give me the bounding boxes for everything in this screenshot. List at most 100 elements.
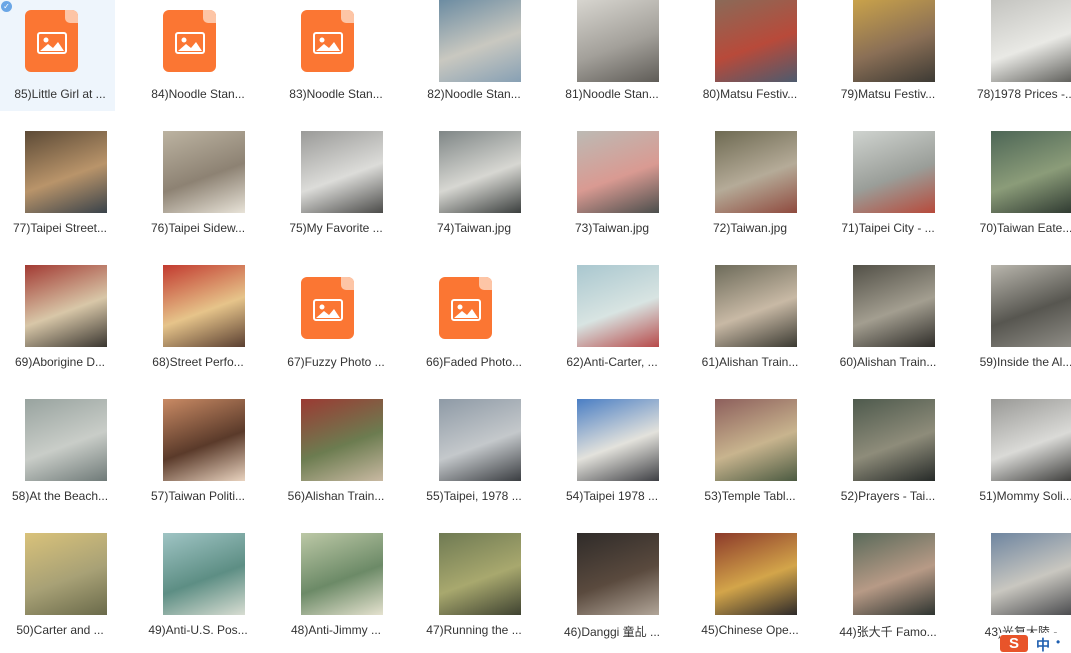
- file-tile[interactable]: 50)Carter and ...: [0, 533, 115, 643]
- photo-thumbnail[interactable]: [991, 0, 1071, 82]
- file-tile[interactable]: 82)Noodle Stan...: [414, 0, 529, 111]
- photo-thumbnail[interactable]: [439, 533, 521, 615]
- photo-thumbnail[interactable]: [25, 265, 107, 347]
- file-tile[interactable]: 55)Taipei, 1978 ...: [414, 399, 529, 509]
- file-tile[interactable]: 56)Alishan Train...: [276, 399, 391, 509]
- file-name-label: 49)Anti-U.S. Pos...: [148, 623, 248, 637]
- file-name-label: 56)Alishan Train...: [287, 489, 385, 503]
- photo-thumbnail[interactable]: [853, 265, 935, 347]
- photo-thumbnail[interactable]: [439, 0, 521, 82]
- photo-thumbnail[interactable]: [991, 265, 1071, 347]
- photo-thumbnail[interactable]: [715, 399, 797, 481]
- photo-thumbnail[interactable]: [853, 0, 935, 82]
- photo-thumbnail[interactable]: [577, 131, 659, 213]
- photo-thumbnail[interactable]: [715, 265, 797, 347]
- file-tile[interactable]: 67)Fuzzy Photo ...: [276, 265, 391, 375]
- file-name-label: 84)Noodle Stan...: [151, 87, 245, 101]
- photo-thumbnail[interactable]: [301, 131, 383, 213]
- ime-language-toggle[interactable]: 中: [1036, 635, 1050, 653]
- photo-thumbnail[interactable]: [25, 399, 107, 481]
- photo-thumbnail[interactable]: [301, 399, 383, 481]
- file-tile[interactable]: 74)Taiwan.jpg: [414, 131, 529, 241]
- file-tile[interactable]: 66)Faded Photo...: [414, 265, 529, 375]
- file-tile[interactable]: 49)Anti-U.S. Pos...: [138, 533, 253, 643]
- photo-thumbnail[interactable]: [25, 131, 107, 213]
- file-name-label: 82)Noodle Stan...: [427, 87, 521, 101]
- file-tile[interactable]: 78)1978 Prices -...: [966, 0, 1071, 111]
- file-tile[interactable]: 62)Anti-Carter, ...: [552, 265, 667, 375]
- photo-thumbnail[interactable]: [577, 399, 659, 481]
- photo-thumbnail[interactable]: [991, 399, 1071, 481]
- file-name-label: 83)Noodle Stan...: [289, 87, 383, 101]
- photo-thumbnail[interactable]: [25, 533, 107, 615]
- sogou-logo-icon[interactable]: S: [1000, 635, 1028, 652]
- file-tile[interactable]: 61)Alishan Train...: [690, 265, 805, 375]
- file-tile[interactable]: 77)Taipei Street...: [0, 131, 115, 241]
- file-tile[interactable]: 45)Chinese Ope...: [690, 533, 805, 643]
- file-tile[interactable]: 52)Prayers - Tai...: [828, 399, 943, 509]
- photo-thumbnail[interactable]: [577, 0, 659, 82]
- file-tile[interactable]: 76)Taipei Sidew...: [138, 131, 253, 241]
- file-name-label: 78)1978 Prices -...: [976, 87, 1071, 101]
- file-tile[interactable]: 70)Taiwan Eate...: [966, 131, 1071, 241]
- file-tile[interactable]: 59)Inside the Al...: [966, 265, 1071, 375]
- file-tile[interactable]: 58)At the Beach...: [0, 399, 115, 509]
- file-tile[interactable]: 84)Noodle Stan...: [138, 0, 253, 111]
- photo-thumbnail[interactable]: [163, 131, 245, 213]
- file-name-label: 81)Noodle Stan...: [565, 87, 659, 101]
- file-tile[interactable]: 79)Matsu Festiv...: [828, 0, 943, 111]
- file-tile[interactable]: 43)光复大陸 -...: [966, 533, 1071, 643]
- photo-thumbnail[interactable]: [439, 399, 521, 481]
- file-tile[interactable]: 83)Noodle Stan...: [276, 0, 391, 111]
- image-placeholder-icon: [439, 277, 492, 339]
- photo-thumbnail[interactable]: [991, 131, 1071, 213]
- ime-punctuation-toggle[interactable]: •: [1056, 635, 1060, 649]
- file-name-label: 72)Taiwan.jpg: [712, 221, 788, 235]
- photo-thumbnail[interactable]: [715, 131, 797, 213]
- photo-thumbnail[interactable]: [439, 131, 521, 213]
- photo-thumbnail[interactable]: [853, 131, 935, 213]
- file-tile[interactable]: 71)Taipei City - ...: [828, 131, 943, 241]
- file-tile[interactable]: 46)Danggi 童乩 ...: [552, 533, 667, 643]
- file-name-label: 85)Little Girl at ...: [14, 87, 106, 101]
- file-tile[interactable]: 54)Taipei 1978 ...: [552, 399, 667, 509]
- photo-thumbnail[interactable]: [577, 265, 659, 347]
- photo-thumbnail[interactable]: [715, 0, 797, 82]
- photo-thumbnail[interactable]: [715, 533, 797, 615]
- file-name-label: 74)Taiwan.jpg: [436, 221, 512, 235]
- ime-toolbar[interactable]: S 中 •: [1000, 633, 1071, 653]
- photo-thumbnail[interactable]: [577, 533, 659, 615]
- file-name-label: 60)Alishan Train...: [839, 355, 937, 369]
- file-tile[interactable]: 47)Running the ...: [414, 533, 529, 643]
- file-name-label: 73)Taiwan.jpg: [574, 221, 650, 235]
- file-name-label: 53)Temple Tabl...: [704, 489, 796, 503]
- photo-thumbnail[interactable]: [163, 265, 245, 347]
- file-tile[interactable]: 81)Noodle Stan...: [552, 0, 667, 111]
- file-tile[interactable]: 73)Taiwan.jpg: [552, 131, 667, 241]
- file-name-label: 47)Running the ...: [426, 623, 522, 637]
- photo-thumbnail[interactable]: [163, 399, 245, 481]
- file-tile[interactable]: 44)张大千 Famo...: [828, 533, 943, 643]
- file-tile[interactable]: 80)Matsu Festiv...: [690, 0, 805, 111]
- photo-thumbnail[interactable]: [991, 533, 1071, 615]
- file-tile[interactable]: 69)Aborigine D...: [0, 265, 115, 375]
- file-tile[interactable]: 60)Alishan Train...: [828, 265, 943, 375]
- file-tile[interactable]: 72)Taiwan.jpg: [690, 131, 805, 241]
- image-placeholder-icon: [301, 277, 354, 339]
- file-tile[interactable]: 53)Temple Tabl...: [690, 399, 805, 509]
- selected-check-icon[interactable]: ✓: [1, 1, 12, 12]
- file-tile[interactable]: 68)Street Perfo...: [138, 265, 253, 375]
- file-tile[interactable]: 57)Taiwan Politi...: [138, 399, 253, 509]
- file-tile[interactable]: 48)Anti-Jimmy ...: [276, 533, 391, 643]
- photo-thumbnail[interactable]: [853, 533, 935, 615]
- file-name-label: 48)Anti-Jimmy ...: [290, 623, 381, 637]
- file-name-label: 45)Chinese Ope...: [701, 623, 799, 637]
- file-name-label: 54)Taipei 1978 ...: [565, 489, 659, 503]
- file-tile[interactable]: 75)My Favorite ...: [276, 131, 391, 241]
- photo-thumbnail[interactable]: [853, 399, 935, 481]
- image-placeholder-icon: [25, 10, 78, 72]
- photo-thumbnail[interactable]: [301, 533, 383, 615]
- file-tile[interactable]: 51)Mommy Soli...: [966, 399, 1071, 509]
- photo-thumbnail[interactable]: [163, 533, 245, 615]
- file-tile[interactable]: ✓ 85)Little Girl at ...: [0, 0, 115, 111]
